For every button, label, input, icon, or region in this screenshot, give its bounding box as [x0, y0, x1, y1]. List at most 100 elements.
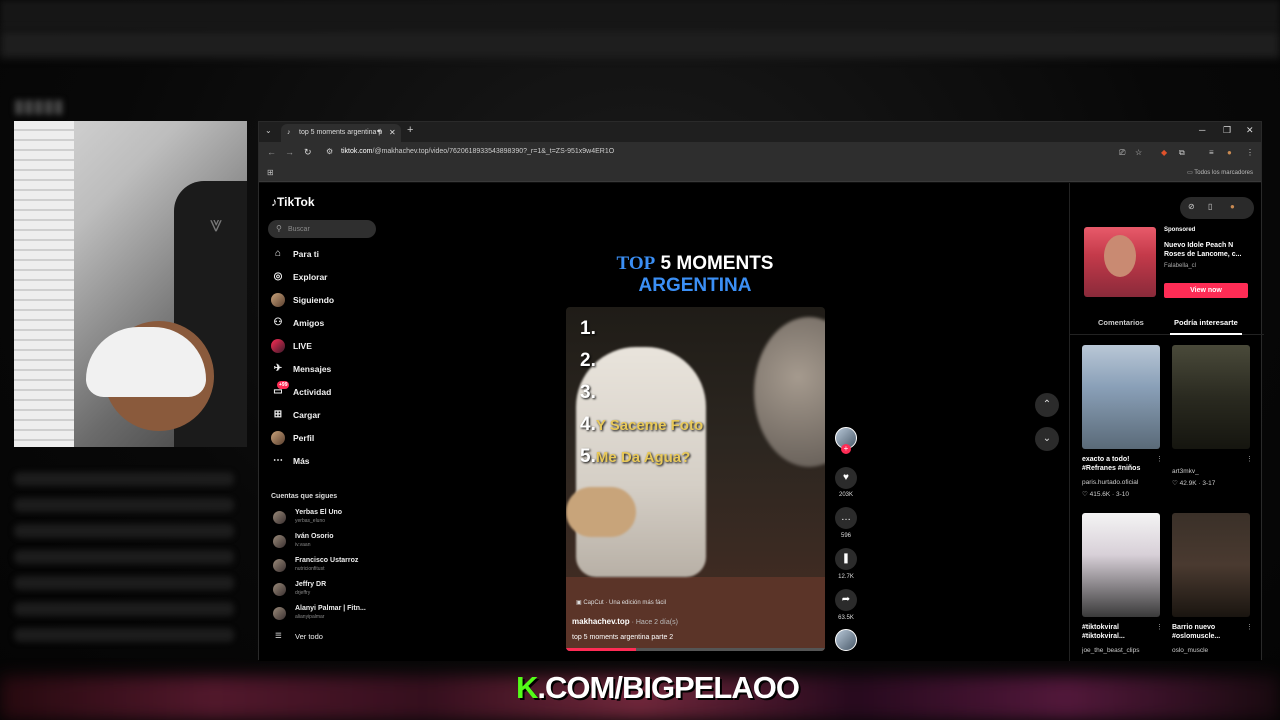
close-tab-icon[interactable]: ✕	[389, 128, 396, 137]
author-name: makhachev.top	[572, 617, 630, 626]
account-username: drjeffry	[295, 590, 311, 596]
ad-thumbnail[interactable]	[1084, 227, 1156, 297]
suggested-video-card[interactable]: Barrio nuevo #oslomuscle... oslo_muscle …	[1172, 513, 1253, 654]
avatar	[273, 535, 286, 548]
nav-label: Mensajes	[293, 364, 332, 374]
restore-icon[interactable]: ❐	[1223, 125, 1231, 136]
site-info-icon[interactable]: ⚙	[326, 147, 333, 156]
card-username: art3mkv_	[1172, 468, 1199, 475]
browser-window: ⌄ ♪ top 5 moments argentina p 🔊︎ ✕ + ─ ❐…	[258, 121, 1264, 661]
nav-mas[interactable]: ⋯ Más	[271, 454, 381, 472]
extensions-puzzle-icon[interactable]: ⧉	[1179, 148, 1185, 158]
ad-title[interactable]: Nuevo Idole Peach N Roses de Lancome, c.…	[1164, 241, 1250, 259]
video-overlay-title: TOP 5 MOMENTS ARGENTINA	[607, 253, 783, 297]
cast-icon[interactable]: ⎚	[1119, 148, 1125, 158]
tab-podria-interesarte[interactable]: Podría interesarte	[1174, 318, 1238, 327]
video-player[interactable]: 1. 2. 3. 4.Y Saceme Foto 5.Me Da Agua? ▣…	[566, 307, 825, 651]
title-rest: 5 MOMENTS	[660, 253, 774, 274]
next-video-chevron-down-icon[interactable]: ⌄	[1035, 427, 1059, 451]
card-more-icon[interactable]: ⋮	[1246, 455, 1253, 463]
ranking-number: 5.	[580, 446, 596, 467]
tab-search-icon[interactable]: ⌄	[265, 126, 272, 135]
extension-icon[interactable]: ◆	[1161, 148, 1167, 157]
capcut-label[interactable]: ▣ CapCut · Una edición más fácil	[576, 599, 666, 606]
following-account[interactable]: Yerbas El Uno yerbas_eluno	[273, 509, 383, 529]
previous-video-chevron-up-icon[interactable]: ⌃	[1035, 393, 1059, 417]
apps-grid-icon[interactable]: ⊞	[267, 168, 274, 177]
like-heart-icon[interactable]: ♥	[835, 467, 857, 489]
new-tab-icon[interactable]: +	[407, 124, 413, 136]
save-count: 12.7K	[838, 574, 854, 580]
right-sidebar: ⊘ ▯ ● Sponsored Nuevo Idole Peach N Rose…	[1069, 183, 1264, 661]
video-progress-bar[interactable]	[566, 648, 825, 651]
video-author[interactable]: makhachev.top · Hace 2 día(s)	[572, 617, 678, 626]
reload-icon[interactable]: ↻	[304, 147, 312, 158]
bookmark-icon[interactable]: ❚	[835, 548, 857, 570]
nav-perfil[interactable]: Perfil	[271, 431, 381, 449]
nav-live[interactable]: LIVE	[271, 339, 381, 357]
avatar	[273, 511, 286, 524]
profile-avatar-icon[interactable]: ●	[1227, 148, 1232, 157]
background-blur-list	[14, 460, 234, 654]
following-account[interactable]: Alanyi Palmar | Fitn... alianyipalmar	[273, 605, 383, 625]
ranking-number: 2.	[580, 350, 596, 371]
search-input[interactable]	[288, 223, 368, 235]
stream-scene: ▮▮▮▮▮ ⩔ ⌄ ♪ top 5 moments argentina p 🔊︎…	[0, 0, 1280, 720]
nav-cargar[interactable]: ⊞ Cargar	[271, 408, 381, 426]
nav-actividad[interactable]: ▭ +99 Actividad	[271, 381, 381, 403]
share-arrow-icon[interactable]: ➦	[835, 589, 857, 611]
device-icon[interactable]: ▯	[1208, 202, 1212, 211]
ad-brand[interactable]: Falabella_cl	[1164, 263, 1196, 269]
media-control-icon[interactable]: ≡	[1209, 148, 1214, 157]
account-name: Iván Osorio	[295, 533, 334, 540]
tab-title: top 5 moments argentina p	[299, 129, 383, 136]
tiktok-page: ♪TikTok ⚲ ⌂ Para ti ◎ Explorar Siguiendo…	[259, 183, 1264, 661]
tab-comments[interactable]: Comentarios	[1098, 318, 1144, 327]
music-disc-icon[interactable]	[835, 629, 857, 651]
nav-label: Cargar	[293, 410, 321, 420]
nav-explorar[interactable]: ◎ Explorar	[271, 270, 381, 288]
following-account[interactable]: Iván Osorio iv.vaan	[273, 533, 383, 553]
avatar	[273, 607, 286, 620]
video-thumbnail	[1082, 345, 1160, 449]
card-username: paris.hurtado.oficial	[1082, 479, 1139, 486]
audio-playing-icon[interactable]: 🔊︎	[377, 128, 381, 136]
forward-icon[interactable]: →	[285, 147, 294, 157]
live-icon	[271, 339, 285, 353]
card-more-icon[interactable]: ⋮	[1156, 455, 1163, 463]
browser-menu-icon[interactable]: ⋮	[1246, 148, 1254, 157]
following-account[interactable]: Jeffry DR drjeffry	[273, 581, 383, 601]
nav-amigos[interactable]: ⚇ Amigos	[271, 316, 381, 334]
following-account[interactable]: Francisco Ustarroz nutricionfitust	[273, 557, 383, 577]
user-avatar[interactable]: ●	[1230, 202, 1235, 211]
suggested-video-card[interactable]: #tiktokviral #tiktokviral... joe_the_bea…	[1082, 513, 1163, 654]
video-progress-fill	[566, 648, 636, 651]
url-field[interactable]: tiktok.com/@makhachev.top/video/76206189…	[341, 148, 614, 155]
suggested-video-card[interactable]: art3mkv_ ♡ 42.9K · 3-17 ⋮	[1172, 345, 1253, 487]
tiktok-logo[interactable]: ♪TikTok	[271, 195, 315, 209]
bookmark-star-icon[interactable]: ☆	[1135, 148, 1142, 157]
nav-para-ti[interactable]: ⌂ Para ti	[271, 247, 381, 265]
follow-plus-icon[interactable]: +	[841, 444, 851, 454]
back-icon[interactable]: ←	[267, 147, 276, 157]
nav-siguiendo[interactable]: Siguiendo	[271, 293, 381, 311]
card-more-icon[interactable]: ⋮	[1156, 623, 1163, 631]
suggested-video-card[interactable]: exacto a todo! #Refranes #niños paris.hu…	[1082, 345, 1163, 498]
all-bookmarks[interactable]: ▭ Todos los marcadores	[1187, 169, 1253, 176]
ranking-item: 2.	[580, 345, 703, 377]
ad-view-now-button[interactable]: View now	[1164, 283, 1248, 298]
comment-icon[interactable]: …	[835, 507, 857, 529]
close-window-icon[interactable]: ✕	[1246, 125, 1254, 136]
minimize-icon[interactable]: ─	[1199, 125, 1205, 135]
active-tab[interactable]: ♪ top 5 moments argentina p 🔊︎ ✕	[281, 124, 401, 142]
sponsored-label: Sponsored	[1164, 227, 1196, 233]
nav-mensajes[interactable]: ✈ Mensajes	[271, 362, 381, 380]
ranking-item: 5.Me Da Agua?	[580, 441, 703, 473]
card-more-icon[interactable]: ⋮	[1246, 623, 1253, 631]
tiktok-favicon-icon: ♪	[287, 129, 291, 136]
ranking-number: 1.	[580, 318, 596, 339]
like-count: 203K	[838, 492, 853, 498]
compass-icon[interactable]: ⊘	[1188, 202, 1195, 211]
webcam-feed: ⩔	[14, 121, 247, 447]
video-person-arm	[566, 487, 636, 537]
